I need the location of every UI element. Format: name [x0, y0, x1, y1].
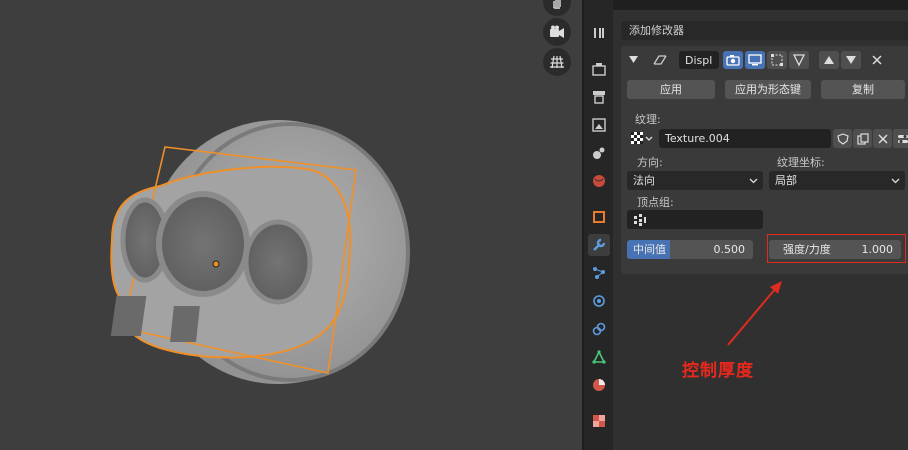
- output-icon[interactable]: [588, 86, 610, 108]
- edit-mode-toggle-icon[interactable]: [767, 51, 787, 69]
- move-down-icon[interactable]: [841, 51, 861, 69]
- mesh-view: [110, 120, 410, 384]
- slot-left: [110, 296, 147, 336]
- chevron-down-icon: [749, 171, 758, 196]
- texture-coords-label: 纹理坐标:: [777, 156, 825, 169]
- midlevel-label: 中间值: [633, 243, 666, 256]
- texture-coords-value: 局部: [775, 174, 797, 187]
- vertex-group-field[interactable]: [627, 210, 763, 229]
- show-render-toggle-icon[interactable]: [723, 51, 743, 69]
- constraints-icon[interactable]: [588, 318, 610, 340]
- camera-icon[interactable]: [543, 18, 571, 46]
- texture-browse[interactable]: [627, 129, 657, 148]
- texture-settings-icon[interactable]: [893, 129, 908, 148]
- material-icon[interactable]: [588, 374, 610, 396]
- direction-label: 方向:: [637, 156, 663, 169]
- add-modifier-dropdown[interactable]: 添加修改器: [621, 21, 908, 40]
- chevron-down-icon: [891, 171, 900, 196]
- show-viewport-toggle-icon[interactable]: [745, 51, 765, 69]
- data-icon[interactable]: [588, 346, 610, 368]
- highlight-box: [767, 234, 906, 263]
- slot-right: [170, 306, 200, 342]
- view-layer-icon[interactable]: [588, 114, 610, 136]
- direction-value: 法向: [633, 174, 655, 187]
- texture-name-field[interactable]: Texture.004: [659, 129, 831, 148]
- hole-right: [243, 219, 313, 305]
- vertex-group-icon: [633, 213, 647, 226]
- physics-icon[interactable]: [588, 290, 610, 312]
- unlink-texture-icon[interactable]: [873, 129, 892, 148]
- 3d-viewport[interactable]: [0, 0, 582, 450]
- copy-button[interactable]: 复制: [821, 80, 905, 99]
- particles-icon[interactable]: [588, 262, 610, 284]
- object-origin: [212, 260, 220, 268]
- apply-button[interactable]: 应用: [627, 80, 715, 99]
- modifier-name-field[interactable]: Displ: [679, 51, 719, 69]
- move-up-icon[interactable]: [819, 51, 839, 69]
- apply-as-shape-key-button[interactable]: 应用为形态键: [725, 80, 811, 99]
- fake-user-shield-icon[interactable]: [833, 129, 852, 148]
- texture-label: 纹理:: [635, 113, 661, 126]
- midlevel-value: 0.500: [713, 243, 746, 256]
- render-icon[interactable]: [588, 58, 610, 80]
- duplicate-texture-icon[interactable]: [853, 129, 872, 148]
- properties-editor: 添加修改器 Displ 应用 应用为形态键 复制 纹理: Texture.004…: [584, 0, 908, 450]
- object-icon[interactable]: [588, 206, 610, 228]
- modifier-header: Displ: [621, 46, 908, 74]
- properties-tabs: [584, 0, 613, 450]
- texture-coords-select[interactable]: 局部: [769, 171, 905, 190]
- vertex-group-label: 顶点组:: [637, 196, 674, 209]
- close-icon[interactable]: [869, 51, 885, 69]
- tool-settings-icon[interactable]: [588, 22, 610, 44]
- direction-select[interactable]: 法向: [627, 171, 763, 190]
- on-cage-toggle-icon[interactable]: [789, 51, 809, 69]
- properties-header: [584, 0, 908, 10]
- displace-modifier-icon: [651, 51, 669, 69]
- hole-center: [156, 191, 250, 297]
- annotation-text: 控制厚度: [682, 361, 754, 381]
- world-icon[interactable]: [588, 170, 610, 192]
- modifier-wrench-icon[interactable]: [588, 234, 610, 256]
- modifier-properties: 添加修改器 Displ 应用 应用为形态键 复制 纹理: Texture.004…: [613, 10, 908, 450]
- scene-icon[interactable]: [588, 142, 610, 164]
- grid-icon[interactable]: [543, 48, 571, 76]
- collapse-chevron-icon[interactable]: [627, 51, 639, 69]
- texture-icon[interactable]: [588, 410, 610, 432]
- midlevel-slider[interactable]: 中间值 0.500: [627, 240, 753, 259]
